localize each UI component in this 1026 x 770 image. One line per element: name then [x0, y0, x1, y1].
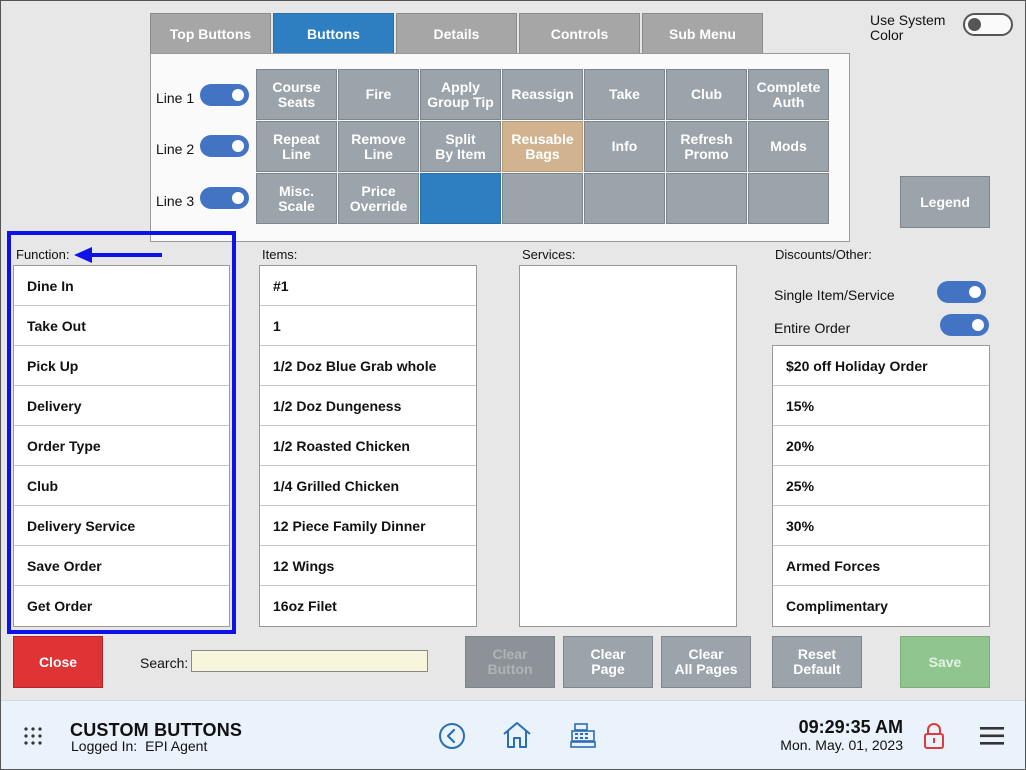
list-item[interactable]: 12 Wings — [260, 546, 476, 586]
function-item-club[interactable]: Club — [14, 466, 229, 506]
grid-button-empty[interactable] — [502, 173, 583, 224]
tab-controls[interactable]: Controls — [519, 13, 640, 54]
tab-buttons[interactable]: Buttons — [273, 13, 394, 54]
list-item[interactable]: 25% — [773, 466, 989, 506]
grid-button-reusable-bags[interactable]: Reusable Bags — [502, 121, 583, 172]
grid-button-empty[interactable] — [748, 173, 829, 224]
search-label: Search: — [140, 655, 189, 671]
function-item-pick-up[interactable]: Pick Up — [14, 346, 229, 386]
items-label: Items: — [262, 247, 298, 262]
function-item-order-type[interactable]: Order Type — [14, 426, 229, 466]
entire-order-toggle[interactable] — [940, 314, 989, 336]
list-item[interactable]: 12 Piece Family Dinner — [260, 506, 476, 546]
grid-button-empty-selected[interactable] — [420, 173, 501, 224]
list-item[interactable]: 1 — [260, 306, 476, 346]
list-item[interactable]: 16oz Filet — [260, 586, 476, 626]
grid-button-mods[interactable]: Mods — [748, 121, 829, 172]
grid-button-price-override[interactable]: Price Override — [338, 173, 419, 224]
list-item[interactable]: #1 — [260, 266, 476, 306]
tab-sub-menu[interactable]: Sub Menu — [642, 13, 763, 54]
line-1-toggle[interactable] — [200, 84, 249, 106]
grid-button-club[interactable]: Club — [666, 69, 747, 120]
list-item[interactable]: 15% — [773, 386, 989, 426]
function-list: Dine In Take Out Pick Up Delivery Order … — [13, 265, 230, 627]
toggle-knob — [969, 286, 981, 298]
services-list[interactable] — [519, 265, 737, 627]
grid-button-repeat-line[interactable]: Repeat Line — [256, 121, 337, 172]
grid-button-remove-line[interactable]: Remove Line — [338, 121, 419, 172]
clear-page-button[interactable]: Clear Page — [563, 636, 653, 688]
grid-button-course-seats[interactable]: Course Seats — [256, 69, 337, 120]
line-1-label: Line 1 — [156, 90, 195, 106]
tab-top-buttons[interactable]: Top Buttons — [150, 13, 271, 54]
clear-button-button[interactable]: Clear Button — [465, 636, 555, 688]
line-2-toggle[interactable] — [200, 135, 249, 157]
list-item[interactable]: 1/2 Doz Dungeness — [260, 386, 476, 426]
single-item-service-label: Single Item/Service — [774, 287, 895, 303]
close-button[interactable]: Close — [13, 636, 103, 688]
clock-date: Mon. May. 01, 2023 — [780, 737, 903, 753]
list-item[interactable]: 30% — [773, 506, 989, 546]
grid-button-empty[interactable] — [666, 173, 747, 224]
arrow-left-icon — [74, 247, 162, 263]
grid-button-info[interactable]: Info — [584, 121, 665, 172]
logged-in-label: Logged In: — [71, 738, 138, 754]
toggle-knob — [968, 18, 981, 31]
grid-button-complete-auth[interactable]: Complete Auth — [748, 69, 829, 120]
entire-order-label: Entire Order — [774, 320, 851, 336]
use-system-color-label: Use System Color — [870, 12, 946, 43]
cash-register-icon[interactable] — [569, 721, 597, 749]
clear-all-pages-button[interactable]: Clear All Pages — [661, 636, 751, 688]
grid-button-apply-group-tip[interactable]: Apply Group Tip — [420, 69, 501, 120]
toggle-knob — [232, 89, 244, 101]
grid-button-refresh-promo[interactable]: Refresh Promo — [666, 121, 747, 172]
items-list: #1 1 1/2 Doz Blue Grab whole 1/2 Doz Dun… — [259, 265, 477, 627]
toggle-knob — [232, 140, 244, 152]
search-input[interactable] — [191, 650, 428, 672]
services-label: Services: — [522, 247, 576, 262]
clock-time: 09:29:35 AM — [798, 717, 903, 737]
line-3-toggle[interactable] — [200, 187, 249, 209]
function-label: Function: — [16, 247, 70, 262]
use-system-color-toggle[interactable] — [963, 13, 1013, 36]
list-item[interactable]: $20 off Holiday Order — [773, 346, 989, 386]
function-item-delivery-service[interactable]: Delivery Service — [14, 506, 229, 546]
grid-button-misc-scale[interactable]: Misc. Scale — [256, 173, 337, 224]
function-item-get-order[interactable]: Get Order — [14, 586, 229, 626]
discounts-label: Discounts/Other: — [775, 247, 872, 262]
single-item-service-toggle[interactable] — [937, 281, 986, 303]
back-icon[interactable] — [438, 722, 466, 750]
function-item-save-order[interactable]: Save Order — [14, 546, 229, 586]
grid-button-take[interactable]: Take — [584, 69, 665, 120]
tab-details[interactable]: Details — [396, 13, 517, 54]
app-grid-icon[interactable] — [23, 726, 43, 746]
grid-button-empty[interactable] — [584, 173, 665, 224]
hamburger-menu-icon[interactable] — [979, 726, 1005, 746]
grid-button-split-by-item[interactable]: Split By Item — [420, 121, 501, 172]
function-item-dine-in[interactable]: Dine In — [14, 266, 229, 306]
grid-button-reassign[interactable]: Reassign — [502, 69, 583, 120]
home-icon[interactable] — [501, 720, 533, 750]
logged-in-user: EPI Agent — [145, 738, 208, 754]
toggle-knob — [972, 319, 984, 331]
list-item[interactable]: Armed Forces — [773, 546, 989, 586]
logged-in-status: Logged In: EPI Agent — [71, 738, 207, 754]
function-item-delivery[interactable]: Delivery — [14, 386, 229, 426]
line-3-label: Line 3 — [156, 193, 195, 209]
save-button[interactable]: Save — [900, 636, 990, 688]
legend-button[interactable]: Legend — [900, 176, 990, 228]
discounts-list: $20 off Holiday Order 15% 20% 25% 30% Ar… — [772, 345, 990, 627]
lock-icon[interactable] — [922, 722, 946, 750]
reset-default-button[interactable]: Reset Default — [772, 636, 862, 688]
function-item-take-out[interactable]: Take Out — [14, 306, 229, 346]
list-item[interactable]: 1/2 Doz Blue Grab whole — [260, 346, 476, 386]
list-item[interactable]: Complimentary — [773, 586, 989, 626]
list-item[interactable]: 20% — [773, 426, 989, 466]
grid-button-fire[interactable]: Fire — [338, 69, 419, 120]
line-2-label: Line 2 — [156, 141, 195, 157]
toggle-knob — [232, 192, 244, 204]
list-item[interactable]: 1/2 Roasted Chicken — [260, 426, 476, 466]
list-item[interactable]: 1/4 Grilled Chicken — [260, 466, 476, 506]
